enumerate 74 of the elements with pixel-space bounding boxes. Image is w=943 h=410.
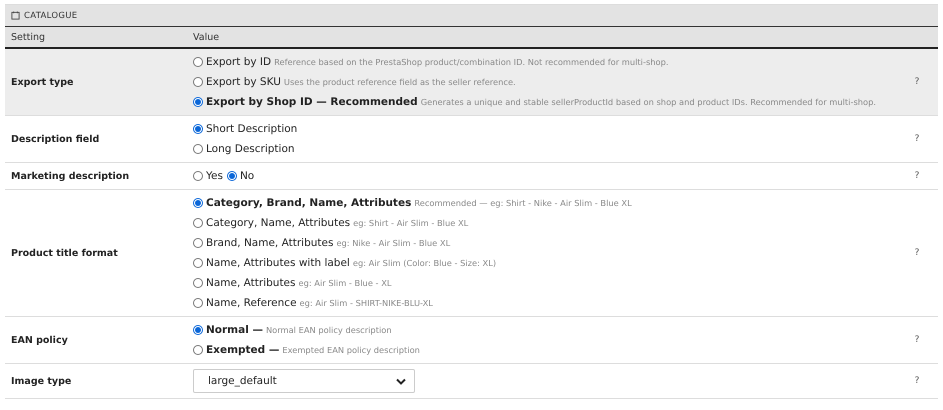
option-label: Normal —	[206, 324, 263, 336]
radio-option[interactable]: Exempted — Exempted EAN policy description	[193, 340, 890, 360]
option-label: Short Description	[206, 123, 298, 135]
option-description: Normal EAN policy description	[266, 325, 392, 335]
radio-option[interactable]: Export by ID Reference based on the PrestaShop product/combination ID. Not recommended for multi-shop.	[193, 52, 890, 72]
option-label: Exempted —	[206, 344, 280, 356]
setting-label: Image type	[5, 364, 187, 398]
option-label: No	[240, 170, 254, 182]
help-mark[interactable]: ?	[896, 364, 938, 398]
radio-option[interactable]: Name, Reference eg: Air Slim - SHIRT-NIKE-BLU-XL	[193, 293, 890, 313]
help-mark[interactable]: ?	[896, 48, 938, 116]
radio-button[interactable]	[193, 124, 203, 134]
column-header: Setting	[5, 27, 187, 48]
radio-button[interactable]	[226, 171, 237, 181]
setting-label: Marketing description	[5, 162, 187, 190]
option-label: Export by Shop ID — Recommended	[206, 96, 418, 108]
option-description: eg: Air Slim - SHIRT-NIKE-BLU-XL	[300, 298, 433, 308]
option-label: Export by SKU	[206, 76, 281, 88]
panel-title: CATALOGUE	[24, 10, 78, 20]
radio-option[interactable]: Category, Brand, Name, Attributes Recommended — eg: Shirt - Nike - Air Slim - Blue XL	[193, 193, 890, 213]
image-type-select[interactable]: large_default	[193, 369, 415, 393]
setting-label: EAN policy	[5, 316, 187, 364]
radio-option[interactable]: Long Description	[193, 139, 890, 159]
radio-option[interactable]: Export by SKU Uses the product reference field as the seller reference.	[193, 72, 890, 92]
radio-button[interactable]	[193, 258, 203, 268]
radio-option[interactable]: Short Description	[193, 119, 890, 139]
help-mark[interactable]: ?	[896, 190, 938, 316]
radio-option[interactable]: No	[226, 166, 254, 186]
option-description: Recommended — eg: Shirt - Nike - Air Slim - Blue XL	[414, 198, 632, 208]
radio-option[interactable]: Brand, Name, Attributes eg: Nike - Air Slim - Blue XL	[193, 233, 890, 253]
setting-label: Product title format	[5, 190, 187, 316]
radio-option[interactable]: Category, Name, Attributes eg: Shirt - Air Slim - Blue XL	[193, 213, 890, 233]
radio-option[interactable]: Name, Attributes eg: Air Slim - Blue - XL	[193, 273, 890, 293]
setting-label: Description field	[5, 116, 187, 162]
radio-button[interactable]	[193, 278, 203, 288]
radio-button[interactable]	[193, 171, 203, 181]
option-description: Exempted EAN policy description	[282, 345, 420, 355]
option-description: Generates a unique and stable sellerProductId based on shop and product IDs. Recommended for multi-shop.	[420, 97, 876, 107]
radio-button[interactable]	[193, 198, 203, 208]
chevron-down-icon	[396, 378, 406, 384]
option-description: eg: Air Slim (Color: Blue - Size: XL)	[352, 258, 496, 268]
option-label: Long Description	[206, 143, 295, 155]
help-mark[interactable]: ?	[896, 162, 938, 190]
option-label: Brand, Name, Attributes	[206, 237, 334, 249]
radio-option[interactable]: Yes	[193, 166, 223, 186]
option-label: Category, Name, Attributes	[206, 217, 350, 229]
option-label: Export by ID	[206, 56, 272, 68]
radio-button[interactable]	[193, 345, 203, 355]
option-label: Name, Attributes	[206, 277, 296, 289]
radio-button[interactable]	[193, 97, 203, 107]
radio-button[interactable]	[193, 57, 203, 67]
radio-button[interactable]	[193, 77, 203, 87]
radio-option[interactable]: Normal — Normal EAN policy description	[193, 320, 890, 340]
column-header: Value	[187, 27, 938, 48]
option-description: eg: Shirt - Air Slim - Blue XL	[353, 218, 468, 228]
option-description: Reference based on the PrestaShop product/combination ID. Not recommended for multi-shop.	[274, 57, 669, 67]
help-mark[interactable]: ?	[896, 116, 938, 162]
option-description: Uses the product reference field as the seller reference.	[284, 77, 516, 87]
radio-option[interactable]: Export by Shop ID — Recommended Generates a unique and stable sellerProductId based on shop and product IDs. Recommended for multi-shop.	[193, 92, 890, 112]
radio-option[interactable]: Name, Attributes with label eg: Air Slim (Color: Blue - Size: XL)	[193, 253, 890, 273]
radio-button[interactable]	[193, 325, 203, 335]
radio-button[interactable]	[193, 298, 203, 308]
radio-button[interactable]	[193, 218, 203, 228]
setting-label: Export type	[5, 48, 187, 116]
option-description: eg: Air Slim - Blue - XL	[298, 278, 392, 288]
calendar-icon	[11, 11, 20, 20]
help-mark[interactable]: ?	[896, 316, 938, 364]
option-label: Name, Attributes with label	[206, 257, 350, 269]
option-label: Category, Brand, Name, Attributes	[206, 197, 412, 209]
option-label: Yes	[206, 170, 223, 182]
radio-button[interactable]	[193, 238, 203, 248]
option-description: eg: Nike - Air Slim - Blue XL	[336, 238, 450, 248]
option-label: Name, Reference	[206, 297, 297, 309]
radio-button[interactable]	[193, 144, 203, 154]
